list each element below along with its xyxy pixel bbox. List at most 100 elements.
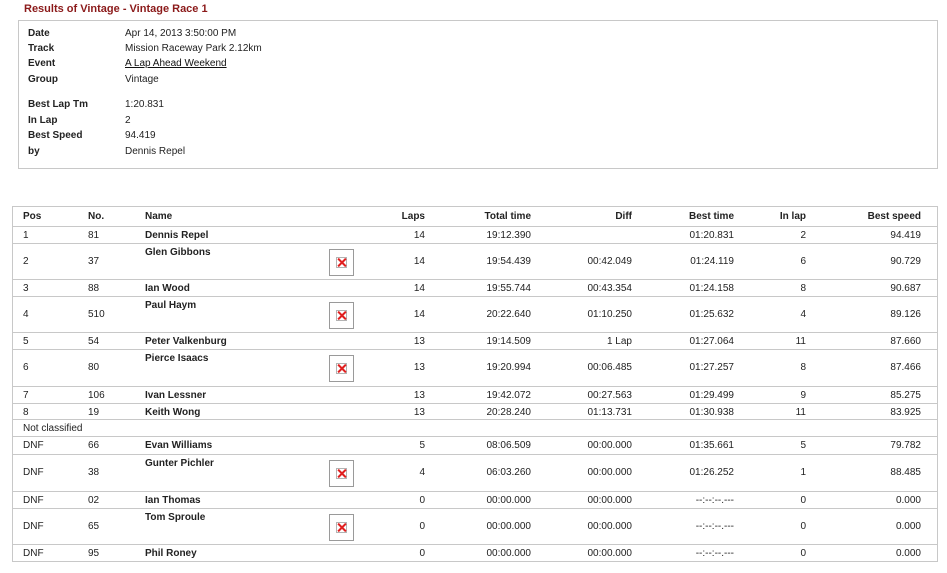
- info-group-row: Group Vintage: [28, 72, 928, 87]
- cell-pos: DNF: [23, 521, 44, 532]
- cell-in-lap: 6: [800, 256, 806, 267]
- cell-diff: 00:00.000: [587, 495, 633, 506]
- cell-name: Tom Sproule: [145, 512, 206, 523]
- cell-best-time: 01:27.064: [689, 336, 735, 347]
- red-x-icon: [336, 522, 347, 533]
- cell-in-lap: 0: [800, 548, 806, 559]
- page-title: Results of Vintage - Vintage Race 1: [24, 3, 208, 15]
- table-row: DNF 66 Evan Williams 5 08:06.509 00:00.000 01:…: [13, 437, 937, 455]
- cell-no: 510: [88, 309, 105, 320]
- cell-name: Phil Roney: [145, 548, 197, 559]
- cell-best-speed: 0.000: [895, 521, 921, 532]
- cell-total-time: 08:06.509: [486, 440, 532, 451]
- cell-pos: 8: [23, 407, 29, 418]
- event-link[interactable]: A Lap Ahead Weekend: [125, 56, 227, 71]
- cell-in-lap: 0: [800, 521, 806, 532]
- info-by-row: by Dennis Repel: [28, 144, 928, 159]
- cell-best-time: 01:26.252: [689, 467, 735, 478]
- cell-in-lap: 8: [800, 283, 806, 294]
- table-row: DNF 95 Phil Roney 0 00:00.000 00:00.000 --:--:…: [13, 545, 937, 562]
- info-group-label: Group: [28, 74, 58, 85]
- cell-name: Keith Wong: [145, 407, 201, 418]
- cell-diff: 01:10.250: [587, 309, 633, 320]
- cell-in-lap: 4: [800, 309, 806, 320]
- cell-no: 81: [88, 230, 100, 241]
- cell-best-speed: 89.126: [890, 309, 921, 320]
- table-row: DNF 65 Tom Sproule 0 00:00.000 00:00.000 --:--…: [13, 509, 937, 545]
- cell-best-time: 01:25.632: [689, 309, 735, 320]
- cell-total-time: 19:55.744: [486, 283, 532, 294]
- cell-no: 19: [88, 407, 100, 418]
- table-row: DNF 38 Gunter Pichler 4 06:03.260 00:00.000 01…: [13, 455, 937, 492]
- cell-pos: DNF: [23, 548, 44, 559]
- race-info-panel: Date Apr 14, 2013 3:50:00 PM Track Missi…: [18, 20, 938, 169]
- info-in-lap-row: In Lap 2: [28, 113, 928, 128]
- info-best-lap-label: Best Lap Tm: [28, 99, 89, 110]
- broken-image-icon: [329, 302, 354, 329]
- info-track-label: Track: [28, 43, 55, 54]
- cell-laps: 13: [413, 407, 425, 418]
- cell-no: 37: [88, 256, 100, 267]
- cell-total-time: 20:22.640: [486, 309, 532, 320]
- cell-best-speed: 85.275: [890, 390, 921, 401]
- not-classified-label: Not classified: [23, 423, 83, 434]
- cell-total-time: 06:03.260: [486, 467, 532, 478]
- cell-total-time: 19:42.072: [486, 390, 532, 401]
- info-best-speed-row: Best Speed 94.419: [28, 128, 928, 143]
- cell-laps: 14: [413, 309, 425, 320]
- cell-best-speed: 0.000: [895, 548, 921, 559]
- cell-pos: DNF: [23, 467, 44, 478]
- table-row: 7 106 Ivan Lessner 13 19:42.072 00:27.563 01:2…: [13, 387, 937, 404]
- cell-best-time: 01:30.938: [689, 407, 735, 418]
- cell-in-lap: 11: [795, 336, 806, 347]
- not-classified-row: Not classified: [13, 420, 937, 437]
- info-date-row: Date Apr 14, 2013 3:50:00 PM: [28, 26, 928, 41]
- cell-best-speed: 87.660: [890, 336, 921, 347]
- cell-no: 65: [88, 521, 100, 532]
- cell-pos: 3: [23, 283, 29, 294]
- broken-image-icon: [329, 249, 354, 276]
- cell-name: Glen Gibbons: [145, 247, 211, 258]
- table-row: 3 88 Ian Wood 14 19:55.744 00:43.354 01:24.158…: [13, 280, 937, 297]
- cell-best-time: 01:24.158: [689, 283, 735, 294]
- info-best-speed-value: 94.419: [125, 130, 156, 141]
- cell-best-time: 01:24.119: [690, 256, 734, 267]
- cell-pos: 2: [23, 256, 29, 267]
- cell-total-time: 00:00.000: [486, 521, 532, 532]
- header-best-speed: Best speed: [867, 211, 921, 222]
- cell-laps: 14: [413, 283, 425, 294]
- cell-no: 106: [88, 390, 105, 401]
- cell-name: Evan Williams: [145, 440, 213, 451]
- cell-in-lap: 5: [800, 440, 806, 451]
- red-x-icon: [336, 310, 347, 321]
- header-total-time: Total time: [484, 211, 531, 222]
- cell-diff: 01:13.731: [587, 407, 633, 418]
- cell-no: 66: [88, 440, 100, 451]
- cell-laps: 14: [413, 230, 425, 241]
- info-by-label: by: [28, 146, 40, 157]
- cell-name: Ian Wood: [145, 283, 190, 294]
- cell-pos: 1: [23, 230, 29, 241]
- cell-total-time: 19:20.994: [486, 362, 532, 373]
- cell-best-time: 01:27.257: [689, 362, 735, 373]
- info-best-lap-value: 1:20.831: [125, 99, 164, 110]
- cell-laps: 13: [413, 362, 425, 373]
- cell-total-time: 00:00.000: [486, 495, 532, 506]
- cell-best-speed: 79.782: [890, 440, 921, 451]
- info-track-row: Track Mission Raceway Park 2.12km: [28, 41, 928, 56]
- table-row: 4 510 Paul Haym 14 20:22.640 01:10.250 01:25.6…: [13, 297, 937, 333]
- info-date-label: Date: [28, 28, 50, 39]
- cell-no: 38: [88, 467, 100, 478]
- cell-best-speed: 88.485: [890, 467, 921, 478]
- cell-total-time: 19:54.439: [486, 256, 532, 267]
- cell-laps: 0: [419, 548, 425, 559]
- cell-best-time: 01:35.661: [689, 440, 735, 451]
- header-name: Name: [145, 211, 173, 222]
- cell-diff: 00:43.354: [587, 283, 633, 294]
- cell-no: 95: [88, 548, 100, 559]
- cell-name: Pierce Isaacs: [145, 353, 209, 364]
- header-pos: Pos: [23, 211, 42, 222]
- cell-best-time: 01:20.831: [689, 230, 735, 241]
- cell-in-lap: 9: [800, 390, 806, 401]
- cell-best-speed: 0.000: [895, 495, 921, 506]
